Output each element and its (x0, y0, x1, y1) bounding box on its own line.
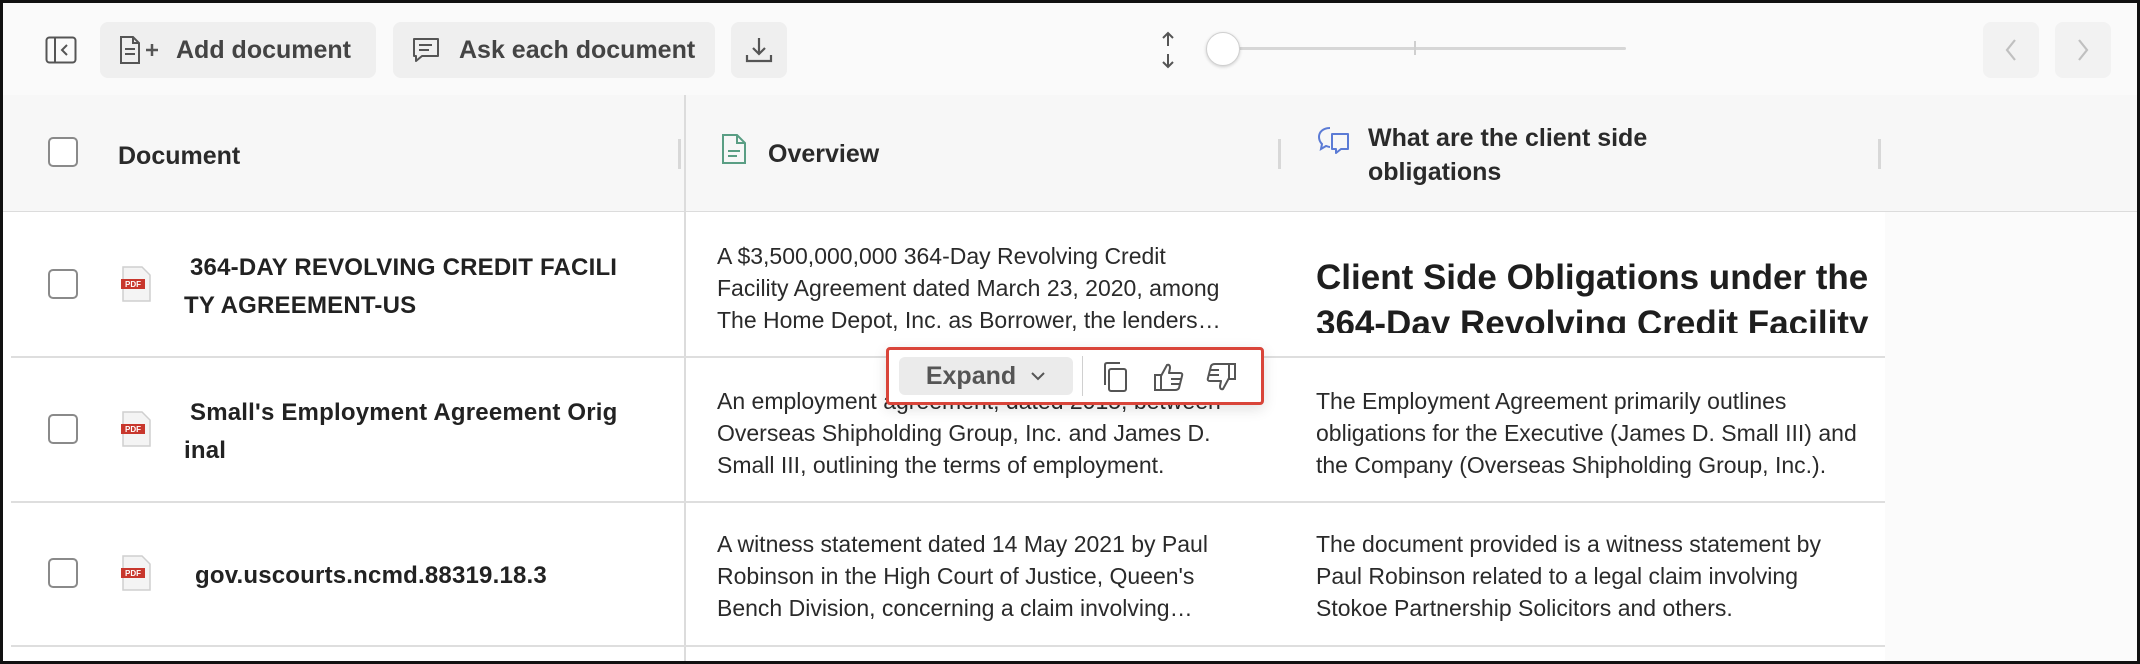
chevron-right-icon (2078, 39, 2089, 61)
collapse-sidebar-icon (45, 36, 77, 64)
toolbar: Add document Ask each document (3, 3, 2137, 96)
thumbs-down-button[interactable] (1201, 358, 1241, 396)
expand-label: Expand (925, 361, 1017, 390)
download-button[interactable] (731, 22, 787, 78)
chat-bubbles-icon (1317, 127, 1349, 154)
document-column-header[interactable]: Document (118, 142, 240, 171)
add-document-label: Add document (176, 35, 351, 64)
column-resize-handle[interactable] (1878, 139, 1881, 169)
copy-button[interactable] (1095, 358, 1135, 396)
row-height-icon (1162, 31, 1174, 69)
add-document-icon (120, 36, 158, 64)
download-icon (745, 38, 773, 63)
row-height-slider-tick (1414, 41, 1416, 55)
toggle-sidebar-button[interactable] (39, 22, 83, 78)
add-document-button[interactable]: Add document (100, 22, 376, 78)
pdf-icon: PDF (121, 411, 151, 447)
overview-column-header[interactable]: Overview (768, 140, 879, 169)
answer-cell[interactable]: The Employment Agreement primarily outli… (1316, 385, 1861, 481)
pdf-icon: PDF (121, 555, 151, 591)
overview-cell[interactable]: A witness statement dated 14 May 2021 by… (717, 528, 1227, 624)
question-header-line1: What are the client side (1368, 124, 1648, 152)
ask-each-document-label: Ask each document (459, 35, 696, 64)
row-divider (11, 645, 1885, 647)
ask-each-document-button[interactable]: Ask each document (393, 22, 715, 78)
answer-cell[interactable]: The document provided is a witness state… (1316, 528, 1861, 624)
copy-icon (1104, 362, 1127, 392)
cell-action-bar: Expand (886, 347, 1264, 405)
chat-icon (413, 38, 439, 62)
thumbs-up-icon (1154, 363, 1184, 391)
row-height-slider-thumb[interactable] (1206, 32, 1240, 66)
column-resize-handle[interactable] (678, 139, 681, 169)
chevron-down-icon (1031, 372, 1045, 381)
thumbs-down-icon (1206, 363, 1236, 391)
svg-text:PDF: PDF (125, 425, 141, 434)
table-header: Document Overview What are the client si… (3, 95, 2137, 212)
expand-button[interactable]: Expand (899, 357, 1073, 395)
app-window: Add document Ask each document Document … (0, 0, 2140, 664)
chevron-left-icon (2005, 39, 2016, 61)
file-icon (722, 134, 746, 164)
document-name[interactable]: 364-DAY REVOLVING CREDIT FACILI TY AGREE… (184, 249, 617, 325)
row-checkbox[interactable] (48, 269, 78, 299)
pdf-icon: PDF (121, 266, 151, 302)
answer-heading[interactable]: Client Side Obligations under the 364-Da… (1316, 255, 1886, 333)
document-name[interactable]: Small's Employment Agreement Orig inal (184, 394, 618, 470)
overview-cell[interactable]: A $3,500,000,000 364-Day Revolving Credi… (717, 240, 1227, 336)
question-header-line2: obligations (1368, 158, 1502, 186)
select-all-checkbox[interactable] (48, 137, 78, 167)
document-name[interactable]: gov.uscourts.ncmd.88319.18.3 (195, 557, 547, 595)
row-divider (11, 501, 1885, 503)
action-bar-divider (1082, 356, 1083, 396)
thumbs-up-button[interactable] (1149, 358, 1189, 396)
row-height-control[interactable] (1153, 30, 1183, 70)
row-height-slider-track[interactable] (1218, 47, 1626, 50)
column-resize-handle[interactable] (1278, 139, 1281, 169)
row-checkbox[interactable] (48, 414, 78, 444)
column-divider (684, 95, 686, 661)
next-button[interactable] (2055, 22, 2111, 78)
row-checkbox[interactable] (48, 558, 78, 588)
previous-button[interactable] (1983, 22, 2039, 78)
question-column-header[interactable]: What are the client side obligations (1368, 121, 1647, 189)
svg-text:PDF: PDF (125, 569, 141, 578)
svg-text:PDF: PDF (125, 280, 141, 289)
